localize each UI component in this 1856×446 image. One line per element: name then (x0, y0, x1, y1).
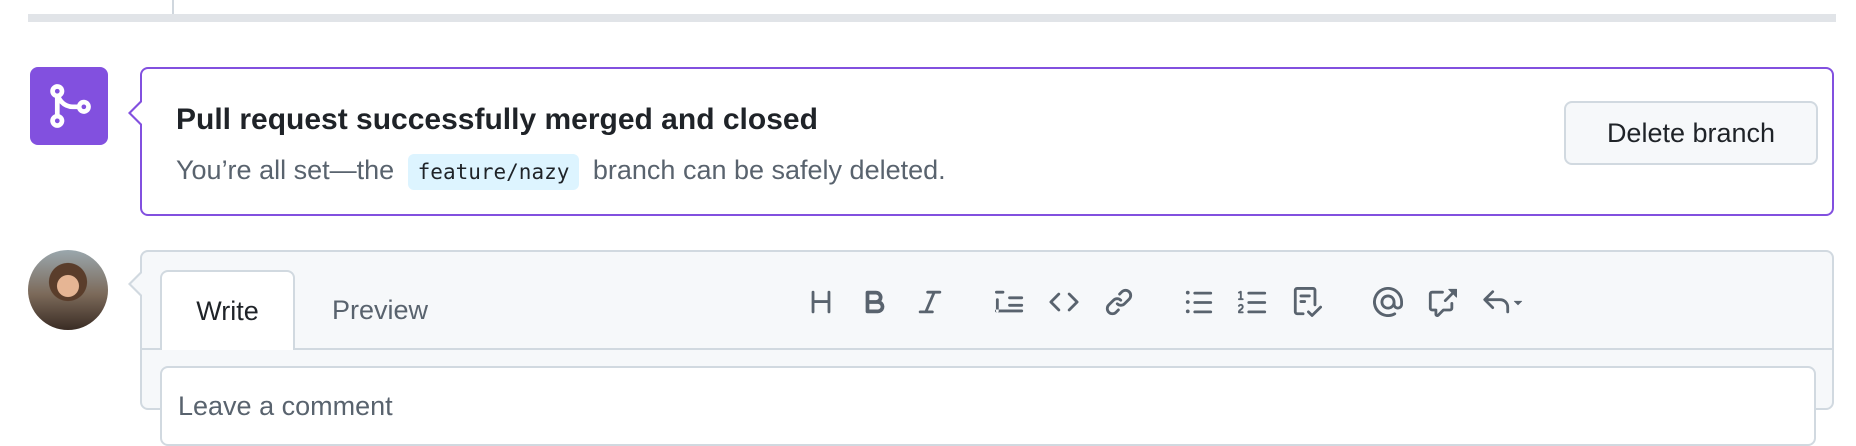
bold-icon[interactable] (853, 280, 897, 324)
branch-name: feature/nazy (407, 154, 580, 190)
tab-write[interactable]: Write (160, 270, 295, 350)
reply-icon[interactable] (1474, 280, 1534, 324)
task-list-icon[interactable] (1285, 280, 1329, 324)
italic-icon[interactable] (908, 280, 952, 324)
avatar[interactable] (28, 250, 108, 330)
git-merge-icon (30, 67, 108, 145)
mention-icon[interactable] (1366, 280, 1410, 324)
comment-tabbar: Write Preview (142, 252, 1832, 350)
ordered-list-icon[interactable] (1231, 280, 1275, 324)
description-suffix: branch can be safely deleted. (592, 155, 946, 185)
comment-input[interactable] (160, 366, 1816, 446)
link-icon[interactable] (1097, 280, 1141, 324)
heading-icon[interactable] (799, 280, 843, 324)
merge-status-card: Pull request successfully merged and clo… (128, 67, 1834, 216)
delete-branch-button[interactable]: Delete branch (1564, 101, 1818, 165)
description-prefix: You’re all set—the (176, 155, 395, 185)
timeline-divider (28, 14, 1836, 22)
cross-reference-icon[interactable] (1420, 280, 1464, 324)
code-icon[interactable] (1042, 280, 1086, 324)
tab-preview[interactable]: Preview (310, 270, 450, 350)
merge-status-title: Pull request successfully merged and clo… (176, 103, 818, 136)
comment-form: Write Preview (128, 250, 1834, 446)
caret-down-icon (1513, 300, 1523, 306)
unordered-list-icon[interactable] (1177, 280, 1221, 324)
quote-icon[interactable] (988, 280, 1032, 324)
merge-status-description: You’re all set—the feature/nazy branch c… (176, 154, 946, 190)
